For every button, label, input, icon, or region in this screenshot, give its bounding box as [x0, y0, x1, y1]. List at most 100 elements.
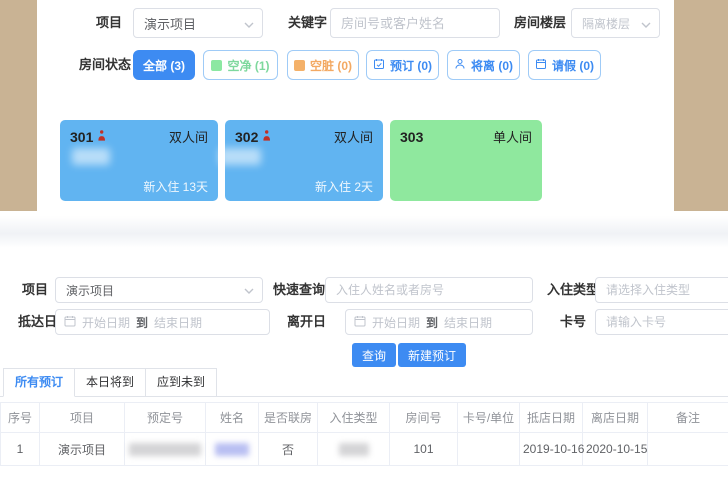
cell-booking-no-redacted: [125, 433, 206, 466]
leave-date-label: 离开日: [287, 309, 326, 335]
room-number: 303: [400, 129, 423, 145]
clean-square-icon: [211, 60, 222, 71]
quick-search-input[interactable]: [325, 277, 533, 303]
col-header-joint-room: 是否联房: [259, 403, 318, 433]
chevron-down-icon: [244, 283, 254, 297]
col-header-room-no: 房间号: [390, 403, 458, 433]
end-date-placeholder: 结束日期: [154, 314, 202, 331]
new-booking-button[interactable]: 新建预订: [398, 343, 466, 367]
status-button-all-label: 全部 (3): [143, 57, 185, 74]
project-select-value: 演示项目: [66, 282, 244, 299]
occupant-icon: [262, 128, 271, 146]
card-number-label: 卡号: [560, 309, 586, 335]
status-button-dirty-label: 空脏 (0): [310, 57, 352, 74]
calendar-icon: [64, 315, 76, 330]
room-type-label: 双人间: [334, 127, 373, 146]
room-card-303[interactable]: 303 单人间: [390, 120, 542, 201]
tab-all-bookings[interactable]: 所有预订: [3, 368, 75, 397]
room-type-label: 双人间: [169, 127, 208, 146]
keyword-input[interactable]: [330, 8, 500, 38]
col-header-checkin-type: 入住类型: [318, 403, 390, 433]
col-header-project: 项目: [40, 403, 125, 433]
background-edge-right: [674, 0, 728, 211]
booking-calendar-icon: [373, 58, 385, 73]
col-header-departure: 离店日期: [583, 403, 648, 433]
col-header-index: 序号: [1, 403, 40, 433]
status-button-all[interactable]: 全部 (3): [133, 50, 195, 80]
room-number: 301: [70, 129, 93, 145]
status-button-departing-label: 将离 (0): [471, 57, 513, 74]
room-number: 302: [235, 129, 258, 145]
col-header-name: 姓名: [206, 403, 259, 433]
start-date-placeholder: 开始日期: [82, 314, 130, 331]
tab-arriving-today[interactable]: 本日将到: [75, 368, 146, 397]
chevron-down-icon: [641, 16, 651, 31]
arrival-date-range-input[interactable]: 开始日期 到 结束日期: [55, 309, 270, 335]
arrival-date-label: 抵达日: [18, 309, 57, 335]
cell-joint-room: 否: [259, 433, 318, 466]
room-stay-duration: 新入住 2天: [315, 178, 373, 195]
section-divider: [0, 216, 728, 248]
calendar-icon: [354, 315, 366, 330]
room-stay-duration: 新入住 13天: [143, 178, 208, 195]
room-card-302[interactable]: 302 双人间 新入住 2天: [225, 120, 383, 201]
dirty-square-icon: [294, 60, 305, 71]
status-button-group: 全部 (3) 空净 (1) 空脏 (0) 预订 (0) 将离 (0) 请假 (0…: [37, 50, 674, 80]
col-header-booking-no: 预定号: [125, 403, 206, 433]
background-edge-left: [0, 0, 37, 211]
start-date-placeholder: 开始日期: [372, 314, 420, 331]
status-button-leave-label: 请假 (0): [552, 57, 594, 74]
leave-calendar-icon: [535, 58, 547, 73]
col-header-arrival: 抵店日期: [520, 403, 583, 433]
project-select[interactable]: 演示项目: [133, 8, 263, 38]
status-button-booked[interactable]: 预订 (0): [366, 50, 439, 80]
occupant-name-redacted: [72, 148, 110, 165]
floor-label: 房间楼层: [514, 8, 566, 38]
floor-select[interactable]: 隔离楼层: [571, 8, 660, 38]
status-button-clean-label: 空净 (1): [227, 57, 269, 74]
departing-person-icon: [454, 58, 466, 73]
checkin-type-select[interactable]: [595, 277, 728, 303]
quick-search-label: 快速查询: [273, 277, 325, 303]
cell-arrival-date: 2019-10-16: [520, 433, 583, 466]
booking-table: 序号 项目 预定号 姓名 是否联房 入住类型 房间号 卡号/单位 抵店日期 离店…: [0, 402, 728, 466]
occupant-name-redacted: [219, 148, 261, 165]
search-button[interactable]: 查询: [352, 343, 396, 367]
status-button-booked-label: 预订 (0): [390, 57, 432, 74]
cell-departure-date: 2020-10-15: [583, 433, 648, 466]
tab-expected-not-arrived[interactable]: 应到未到: [146, 368, 217, 397]
project-select-value: 演示项目: [144, 14, 244, 33]
status-button-leave[interactable]: 请假 (0): [528, 50, 601, 80]
end-date-placeholder: 结束日期: [444, 314, 492, 331]
cell-index: 1: [1, 433, 40, 466]
cell-checkin-type-redacted: [318, 433, 390, 466]
status-button-departing[interactable]: 将离 (0): [447, 50, 520, 80]
room-card-header: 302 双人间: [235, 127, 373, 146]
status-button-dirty[interactable]: 空脏 (0): [287, 50, 359, 80]
cell-guest-name-redacted: [206, 433, 259, 466]
booking-tabbar: 所有预订 本日将到 应到未到: [3, 368, 217, 397]
checkin-type-label: 入住类型: [547, 277, 599, 303]
chevron-down-icon: [244, 16, 254, 31]
cell-project: 演示项目: [40, 433, 125, 466]
project-select[interactable]: 演示项目: [55, 277, 263, 303]
room-card-header: 301 双人间: [70, 127, 208, 146]
occupant-icon: [97, 128, 106, 146]
leave-date-range-input[interactable]: 开始日期 到 结束日期: [345, 309, 533, 335]
app-screen: 项目 演示项目 关键字 房间楼层 隔离楼层 房间状态 全部 (3) 空净 (1)…: [0, 0, 728, 487]
col-header-card-unit: 卡号/单位: [458, 403, 520, 433]
range-separator: 到: [426, 314, 438, 331]
card-number-input[interactable]: [595, 309, 728, 335]
table-row[interactable]: 1 演示项目 否 101 2019-10-16 2020-10-15: [1, 433, 728, 466]
table-header-row: 序号 项目 预定号 姓名 是否联房 入住类型 房间号 卡号/单位 抵店日期 离店…: [1, 403, 728, 433]
cell-remark: [648, 433, 728, 466]
status-button-clean[interactable]: 空净 (1): [203, 50, 278, 80]
room-status-panel: 项目 演示项目 关键字 房间楼层 隔离楼层 房间状态 全部 (3) 空净 (1)…: [37, 0, 674, 211]
room-card-header: 303 单人间: [400, 127, 532, 146]
range-separator: 到: [136, 314, 148, 331]
col-header-remark: 备注: [648, 403, 728, 433]
cell-room-no: 101: [390, 433, 458, 466]
cell-card-unit: [458, 433, 520, 466]
room-card-301[interactable]: 301 双人间 新入住 13天: [60, 120, 218, 201]
room-type-label: 单人间: [493, 127, 532, 146]
